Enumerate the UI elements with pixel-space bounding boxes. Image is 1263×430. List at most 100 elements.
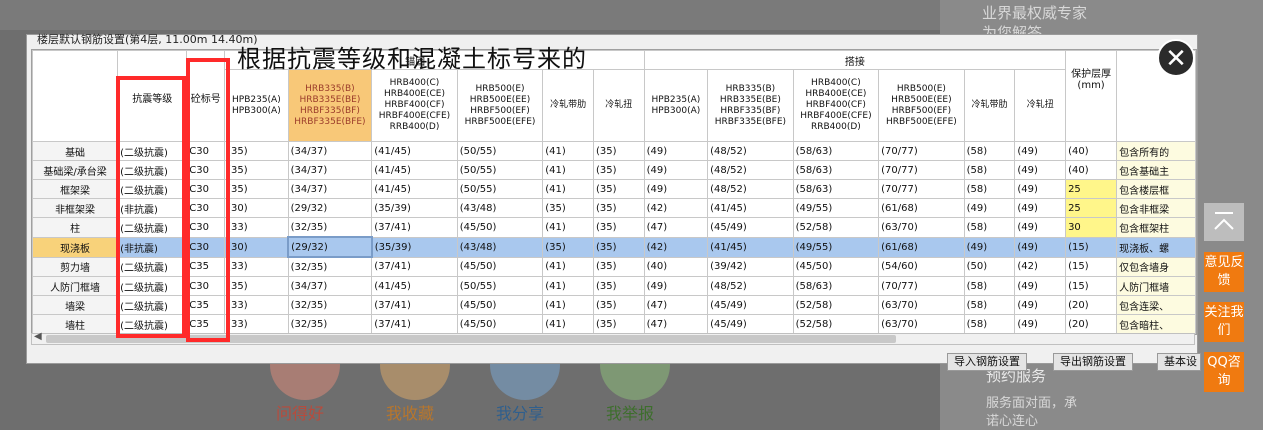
- anchor-cell[interactable]: (35): [224, 141, 289, 161]
- component-name-cell[interactable]: 现浇板: [32, 236, 119, 258]
- anchor-cell[interactable]: (35): [542, 236, 594, 258]
- lap-cell[interactable]: (58): [963, 217, 1016, 238]
- anchor-cell[interactable]: (35): [592, 295, 645, 315]
- component-name-cell[interactable]: 墙梁: [32, 295, 119, 315]
- anchor-cell[interactable]: (41): [542, 141, 594, 161]
- anchor-cell[interactable]: (35): [224, 160, 289, 180]
- lap-cell[interactable]: (41/45): [707, 236, 794, 258]
- lap-cell[interactable]: (49): [1014, 217, 1067, 238]
- anchor-cell[interactable]: (50/55): [456, 276, 544, 296]
- anchor-cell[interactable]: (37/41): [371, 217, 458, 238]
- anchor-cell[interactable]: (37/41): [371, 256, 458, 277]
- lap-cell[interactable]: (50): [963, 256, 1016, 277]
- anchor-cell[interactable]: (37/41): [371, 314, 458, 334]
- anchor-cell[interactable]: (35): [592, 179, 645, 199]
- component-name-cell[interactable]: 剪力墙: [32, 256, 119, 277]
- lap-cell[interactable]: (49): [1014, 236, 1067, 258]
- qq-consult-button[interactable]: QQ咨询: [1204, 352, 1244, 392]
- anchor-cell[interactable]: (30): [224, 198, 289, 218]
- cover-cell[interactable]: (15): [1065, 276, 1118, 296]
- lap-cell[interactable]: (42): [643, 198, 709, 218]
- component-name-cell[interactable]: 非框架梁: [32, 198, 119, 218]
- anchor-cell[interactable]: (41): [542, 295, 594, 315]
- remark-cell[interactable]: 包含楼层框: [1116, 179, 1196, 199]
- anchor-cell[interactable]: (35): [592, 198, 645, 218]
- lap-cell[interactable]: (42): [643, 236, 709, 258]
- lap-cell[interactable]: (49): [1014, 314, 1067, 334]
- remark-cell[interactable]: 人防门框墙: [1116, 276, 1196, 296]
- lap-cell[interactable]: (63/70): [878, 217, 965, 238]
- anchor-cell[interactable]: (35): [592, 256, 645, 277]
- lap-cell[interactable]: (70/77): [878, 160, 965, 180]
- component-name-cell[interactable]: 基础梁/承台梁: [32, 160, 119, 180]
- anchor-cell[interactable]: (35): [592, 217, 645, 238]
- anchor-cell[interactable]: (33): [224, 295, 289, 315]
- lap-cell[interactable]: (52/58): [792, 314, 880, 334]
- component-name-cell[interactable]: 墙柱: [32, 314, 119, 334]
- anchor-cell[interactable]: (35): [592, 276, 645, 296]
- anchor-cell[interactable]: (45/50): [456, 295, 544, 315]
- lap-cell[interactable]: (58): [963, 276, 1016, 296]
- anchor-cell[interactable]: (35): [592, 160, 645, 180]
- remark-cell[interactable]: 包含连梁、: [1116, 295, 1196, 315]
- anchor-cell[interactable]: (41/45): [371, 160, 458, 180]
- share-action[interactable]: 我分享: [496, 400, 544, 424]
- lap-cell[interactable]: (49): [643, 160, 709, 180]
- lap-cell[interactable]: (45/49): [707, 217, 794, 238]
- lap-cell[interactable]: (41/45): [707, 198, 794, 218]
- anchor-cell[interactable]: (45/50): [456, 314, 544, 334]
- anchor-cell[interactable]: (35): [592, 141, 645, 161]
- lap-cell[interactable]: (49): [1014, 179, 1067, 199]
- component-name-cell[interactable]: 框架梁: [32, 179, 119, 199]
- lap-cell[interactable]: (48/52): [707, 276, 794, 296]
- lap-cell[interactable]: (49): [963, 198, 1016, 218]
- lap-cell[interactable]: (49): [1014, 160, 1067, 180]
- lap-cell[interactable]: (47): [643, 295, 709, 315]
- lap-cell[interactable]: (70/77): [878, 276, 965, 296]
- anchor-cell[interactable]: (45/50): [456, 256, 544, 277]
- lap-cell[interactable]: (58/63): [792, 276, 880, 296]
- anchor-cell[interactable]: (41): [542, 314, 594, 334]
- lap-cell[interactable]: (49/55): [792, 236, 880, 258]
- lap-cell[interactable]: (58): [963, 314, 1016, 334]
- lap-cell[interactable]: (45/50): [792, 256, 880, 277]
- anchor-cell[interactable]: (32/35): [287, 256, 373, 277]
- anchor-cell[interactable]: (45/50): [456, 217, 544, 238]
- anchor-cell[interactable]: (34/37): [287, 179, 373, 199]
- lap-cell[interactable]: (45/49): [707, 314, 794, 334]
- anchor-cell[interactable]: (32/35): [287, 295, 373, 315]
- anchor-cell[interactable]: (50/55): [456, 141, 544, 161]
- lap-cell[interactable]: (47): [643, 314, 709, 334]
- lap-cell[interactable]: (52/58): [792, 295, 880, 315]
- remark-cell[interactable]: 仅包含墙身: [1116, 256, 1196, 277]
- lap-cell[interactable]: (54/60): [878, 256, 965, 277]
- lap-cell[interactable]: (52/58): [792, 217, 880, 238]
- cover-cell[interactable]: (20): [1065, 314, 1118, 334]
- cover-cell[interactable]: (15): [1065, 236, 1118, 258]
- anchor-cell[interactable]: (33): [224, 314, 289, 334]
- import-rebar-button[interactable]: 导入钢筋设置: [947, 353, 1027, 371]
- lap-cell[interactable]: (58): [963, 295, 1016, 315]
- anchor-cell[interactable]: (41/45): [371, 179, 458, 199]
- anchor-cell[interactable]: (29/32): [287, 236, 373, 258]
- lap-cell[interactable]: (63/70): [878, 295, 965, 315]
- lap-cell[interactable]: (70/77): [878, 179, 965, 199]
- anchor-cell[interactable]: (32/35): [287, 314, 373, 334]
- remark-cell[interactable]: 包含所有的: [1116, 141, 1196, 161]
- lap-cell[interactable]: (39/42): [707, 256, 794, 277]
- lap-cell[interactable]: (49): [1014, 295, 1067, 315]
- collect-action[interactable]: 我收藏: [386, 400, 434, 424]
- lap-cell[interactable]: (58): [963, 141, 1016, 161]
- lap-cell[interactable]: (49): [643, 141, 709, 161]
- anchor-cell[interactable]: (41): [542, 256, 594, 277]
- component-name-cell[interactable]: 基础: [32, 141, 119, 161]
- report-action[interactable]: 我举报: [606, 400, 654, 424]
- lap-cell[interactable]: (58): [963, 160, 1016, 180]
- cover-cell[interactable]: 25: [1065, 179, 1118, 199]
- anchor-cell[interactable]: (29/32): [287, 198, 373, 218]
- lap-cell[interactable]: (48/52): [707, 160, 794, 180]
- anchor-cell[interactable]: (35/39): [371, 236, 458, 258]
- follow-us-button[interactable]: 关注我们: [1204, 302, 1244, 342]
- remark-cell[interactable]: 现浇板、螺: [1116, 236, 1196, 258]
- anchor-cell[interactable]: (41): [542, 160, 594, 180]
